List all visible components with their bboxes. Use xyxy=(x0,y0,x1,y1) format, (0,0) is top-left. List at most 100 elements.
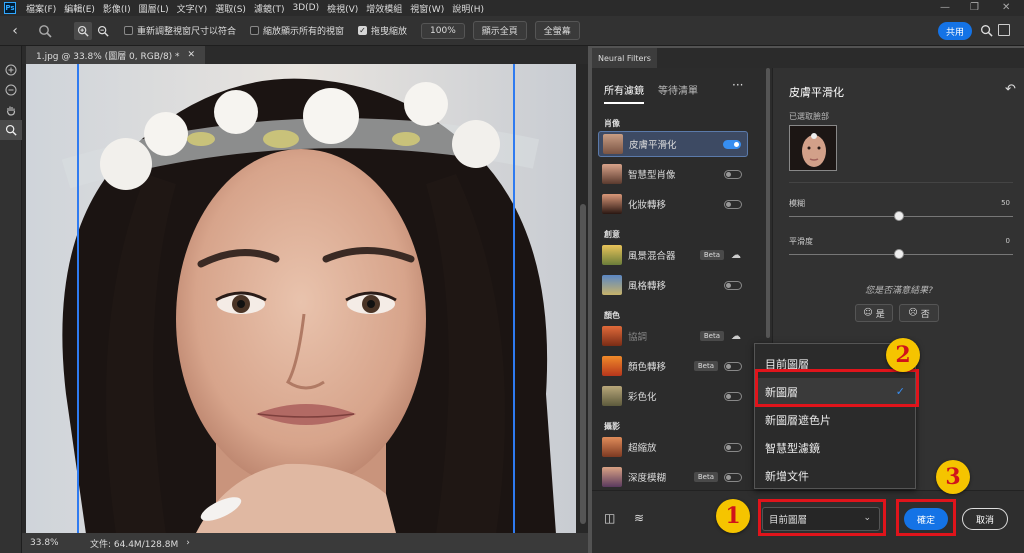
filter-name: 彩色化 xyxy=(628,392,657,403)
filter-skin-smoothing[interactable]: 皮膚平滑化 xyxy=(598,131,748,157)
zoom-all-windows-checkbox[interactable] xyxy=(250,26,260,35)
callout-box-output-select xyxy=(758,499,886,536)
resize-windows-checkbox[interactable] xyxy=(124,26,133,35)
output-option-new-layer-mask[interactable]: 新圖層遮色片 xyxy=(755,406,915,434)
filter-toggle[interactable] xyxy=(724,169,742,179)
menu-file[interactable]: 檔案(F) xyxy=(22,2,60,15)
output-option-new-document[interactable]: 新增文件 xyxy=(755,462,915,490)
zoom-100-button[interactable]: 100% xyxy=(421,22,465,39)
beta-badge: Beta xyxy=(699,331,724,341)
filter-smart-portrait[interactable]: 智慧型肖像 xyxy=(598,161,748,187)
selected-face-thumbnail[interactable] xyxy=(789,125,837,171)
menu-bar: Ps 檔案(F) 編輯(E) 影像(I) 圖層(L) 文字(Y) 選取(S) 濾… xyxy=(0,0,1024,16)
canvas-scrollbar[interactable] xyxy=(580,204,586,524)
tab-wait-list[interactable]: 等待清單 xyxy=(658,82,698,104)
filter-landscape-mixer[interactable]: 風景混合器 Beta ☁ xyxy=(598,242,748,268)
close-tab-icon[interactable]: ✕ xyxy=(188,50,196,60)
zoom-all-windows-option[interactable]: 縮放顯示所有的視窗 xyxy=(250,24,344,37)
filter-toggle[interactable] xyxy=(724,442,742,452)
menu-edit[interactable]: 編輯(E) xyxy=(60,2,99,15)
zoom-in-tool-icon[interactable] xyxy=(0,60,22,80)
category-portrait: 肖像 xyxy=(604,119,620,128)
smoothness-slider-knob[interactable] xyxy=(894,249,904,259)
filter-toggle[interactable] xyxy=(724,280,742,290)
fit-screen-button[interactable]: 顯示全頁 xyxy=(472,21,527,40)
filter-name: 超縮放 xyxy=(628,443,657,454)
beta-badge: Beta xyxy=(693,361,718,371)
callout-box-ok xyxy=(896,499,956,536)
filter-colorize[interactable]: 彩色化 xyxy=(598,383,748,409)
zoom-out-tool-icon[interactable] xyxy=(0,80,22,100)
beta-badge: Beta xyxy=(699,250,724,260)
more-options-icon[interactable]: ··· xyxy=(732,78,743,92)
blur-value: 50 xyxy=(1001,199,1010,207)
menu-filter[interactable]: 濾鏡(T) xyxy=(250,2,289,15)
back-arrow-icon[interactable]: ‹ xyxy=(0,23,30,39)
filter-super-zoom[interactable]: 超縮放 xyxy=(598,434,748,460)
menu-image[interactable]: 影像(I) xyxy=(99,2,135,15)
document-tab[interactable]: 1.jpg @ 33.8% (圖層 0, RGB/8) * ✕ xyxy=(26,46,206,64)
reset-icon[interactable]: ↶ xyxy=(1005,82,1016,97)
scrubby-zoom-checkbox[interactable]: ✓ xyxy=(358,26,368,35)
status-doc-size: 文件: 64.4M/128.8M xyxy=(90,539,179,550)
smoothness-value: 0 xyxy=(1005,237,1010,245)
tab-all-filters[interactable]: 所有濾鏡 xyxy=(604,82,644,104)
menu-window[interactable]: 視窗(W) xyxy=(406,2,448,15)
status-zoom[interactable]: 33.8% xyxy=(30,538,70,548)
zoom-in-icon[interactable] xyxy=(74,21,92,40)
cloud-download-icon[interactable]: ☁ xyxy=(730,331,742,342)
filter-depth-blur[interactable]: 深度模糊 Beta xyxy=(598,464,748,490)
feedback-yes-button[interactable]: ☺ 是 xyxy=(855,304,893,322)
cancel-button[interactable]: 取消 xyxy=(962,508,1008,530)
menu-plugins[interactable]: 增效模組 xyxy=(362,2,406,15)
menu-layer[interactable]: 圖層(L) xyxy=(135,2,173,15)
menu-type[interactable]: 文字(Y) xyxy=(173,2,212,15)
category-creative: 創意 xyxy=(604,230,620,239)
restore-icon[interactable]: ❐ xyxy=(970,2,979,13)
share-button[interactable]: 共用 xyxy=(938,22,972,40)
filter-toggle[interactable] xyxy=(724,472,742,482)
zoom-tool-icon[interactable] xyxy=(30,24,60,38)
portrait-photo xyxy=(26,64,576,533)
resize-windows-option[interactable]: 重新調整視窗尺寸以符合 xyxy=(124,24,236,37)
skin-smoothing-thumb-icon xyxy=(603,134,623,154)
canvas-area[interactable] xyxy=(22,64,588,533)
callout-badge-1: 1 xyxy=(716,499,750,533)
menu-help[interactable]: 說明(H) xyxy=(448,2,488,15)
close-window-icon[interactable]: ✕ xyxy=(1002,2,1010,13)
filter-name: 風格轉移 xyxy=(628,281,667,292)
settings-title: 皮膚平滑化 xyxy=(789,86,844,99)
fill-screen-button[interactable]: 全螢幕 xyxy=(534,21,580,40)
workspace-icon[interactable] xyxy=(998,24,1010,36)
scrubby-zoom-option[interactable]: ✓ 拖曳縮放 xyxy=(358,24,407,37)
cloud-download-icon[interactable]: ☁ xyxy=(730,250,742,261)
smoothness-label: 平滑度 xyxy=(789,237,813,246)
filter-style-transfer[interactable]: 風格轉移 xyxy=(598,272,748,298)
zoom-tool-active-icon[interactable] xyxy=(0,120,22,140)
neural-filters-header: Neural Filters xyxy=(592,48,1024,68)
colorize-thumb-icon xyxy=(602,386,622,406)
filter-harmonization[interactable]: 協調 Beta ☁ xyxy=(598,323,748,349)
callout-badge-2: 2 xyxy=(886,338,920,372)
hand-tool-icon[interactable] xyxy=(0,100,22,120)
category-photography: 攝影 xyxy=(604,422,620,431)
menu-3d[interactable]: 3D(D) xyxy=(288,3,323,13)
layers-icon[interactable]: ≋ xyxy=(634,511,644,525)
filter-toggle[interactable] xyxy=(724,391,742,401)
filter-color-transfer[interactable]: 顏色轉移 Beta xyxy=(598,353,748,379)
filter-toggle[interactable] xyxy=(724,361,742,371)
menu-view[interactable]: 檢視(V) xyxy=(323,2,362,15)
minimize-icon[interactable]: — xyxy=(940,2,950,13)
filter-toggle[interactable] xyxy=(724,199,742,209)
blur-label: 模糊 xyxy=(789,199,805,208)
zoom-out-icon[interactable] xyxy=(94,22,112,40)
filter-toggle[interactable] xyxy=(723,139,741,149)
compare-icon[interactable]: ◫ xyxy=(604,511,615,525)
output-option-smart-filter[interactable]: 智慧型濾鏡 xyxy=(755,434,915,462)
feedback-no-button[interactable]: ☹ 否 xyxy=(899,304,939,322)
menu-select[interactable]: 選取(S) xyxy=(211,2,250,15)
blur-slider-knob[interactable] xyxy=(894,211,904,221)
status-menu-icon[interactable]: › xyxy=(186,538,190,548)
search-icon[interactable] xyxy=(980,24,993,37)
filter-makeup-transfer[interactable]: 化妝轉移 xyxy=(598,191,748,217)
